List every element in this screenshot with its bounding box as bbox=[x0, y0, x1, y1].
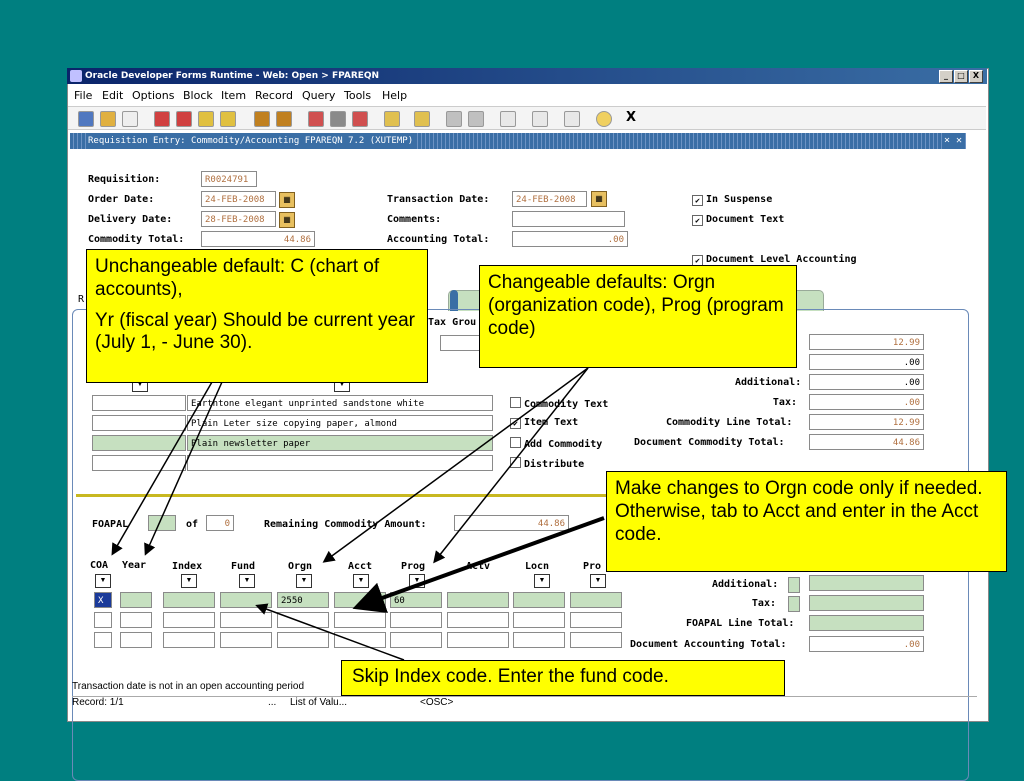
callout-coa-year: Unchangeable default: C (chart of accoun… bbox=[86, 249, 428, 383]
callout-fund: Skip Index code. Enter the fund code. bbox=[341, 660, 785, 696]
arrow-to-orgn bbox=[322, 367, 589, 563]
callout-orgn-prog: Changeable defaults: Orgn (organization … bbox=[479, 265, 797, 368]
arrow-to-fund bbox=[255, 603, 405, 661]
annotation-arrows bbox=[111, 367, 605, 661]
arrow-to-coa bbox=[111, 381, 213, 556]
callout-acct-text: Make changes to Orgn code only if needed… bbox=[615, 478, 983, 545]
arrow-to-acct bbox=[352, 516, 605, 613]
callout-orgn-prog-text: Changeable defaults: Orgn (organization … bbox=[488, 272, 784, 339]
callout-year-text: Yr (fiscal year) Should be current year … bbox=[95, 309, 415, 354]
callout-coa-text: Unchangeable default: C (chart of accoun… bbox=[95, 256, 380, 300]
callout-acct: Make changes to Orgn code only if needed… bbox=[606, 471, 1007, 572]
arrow-to-year bbox=[144, 381, 223, 556]
callout-fund-text: Skip Index code. Enter the fund code. bbox=[352, 666, 669, 687]
